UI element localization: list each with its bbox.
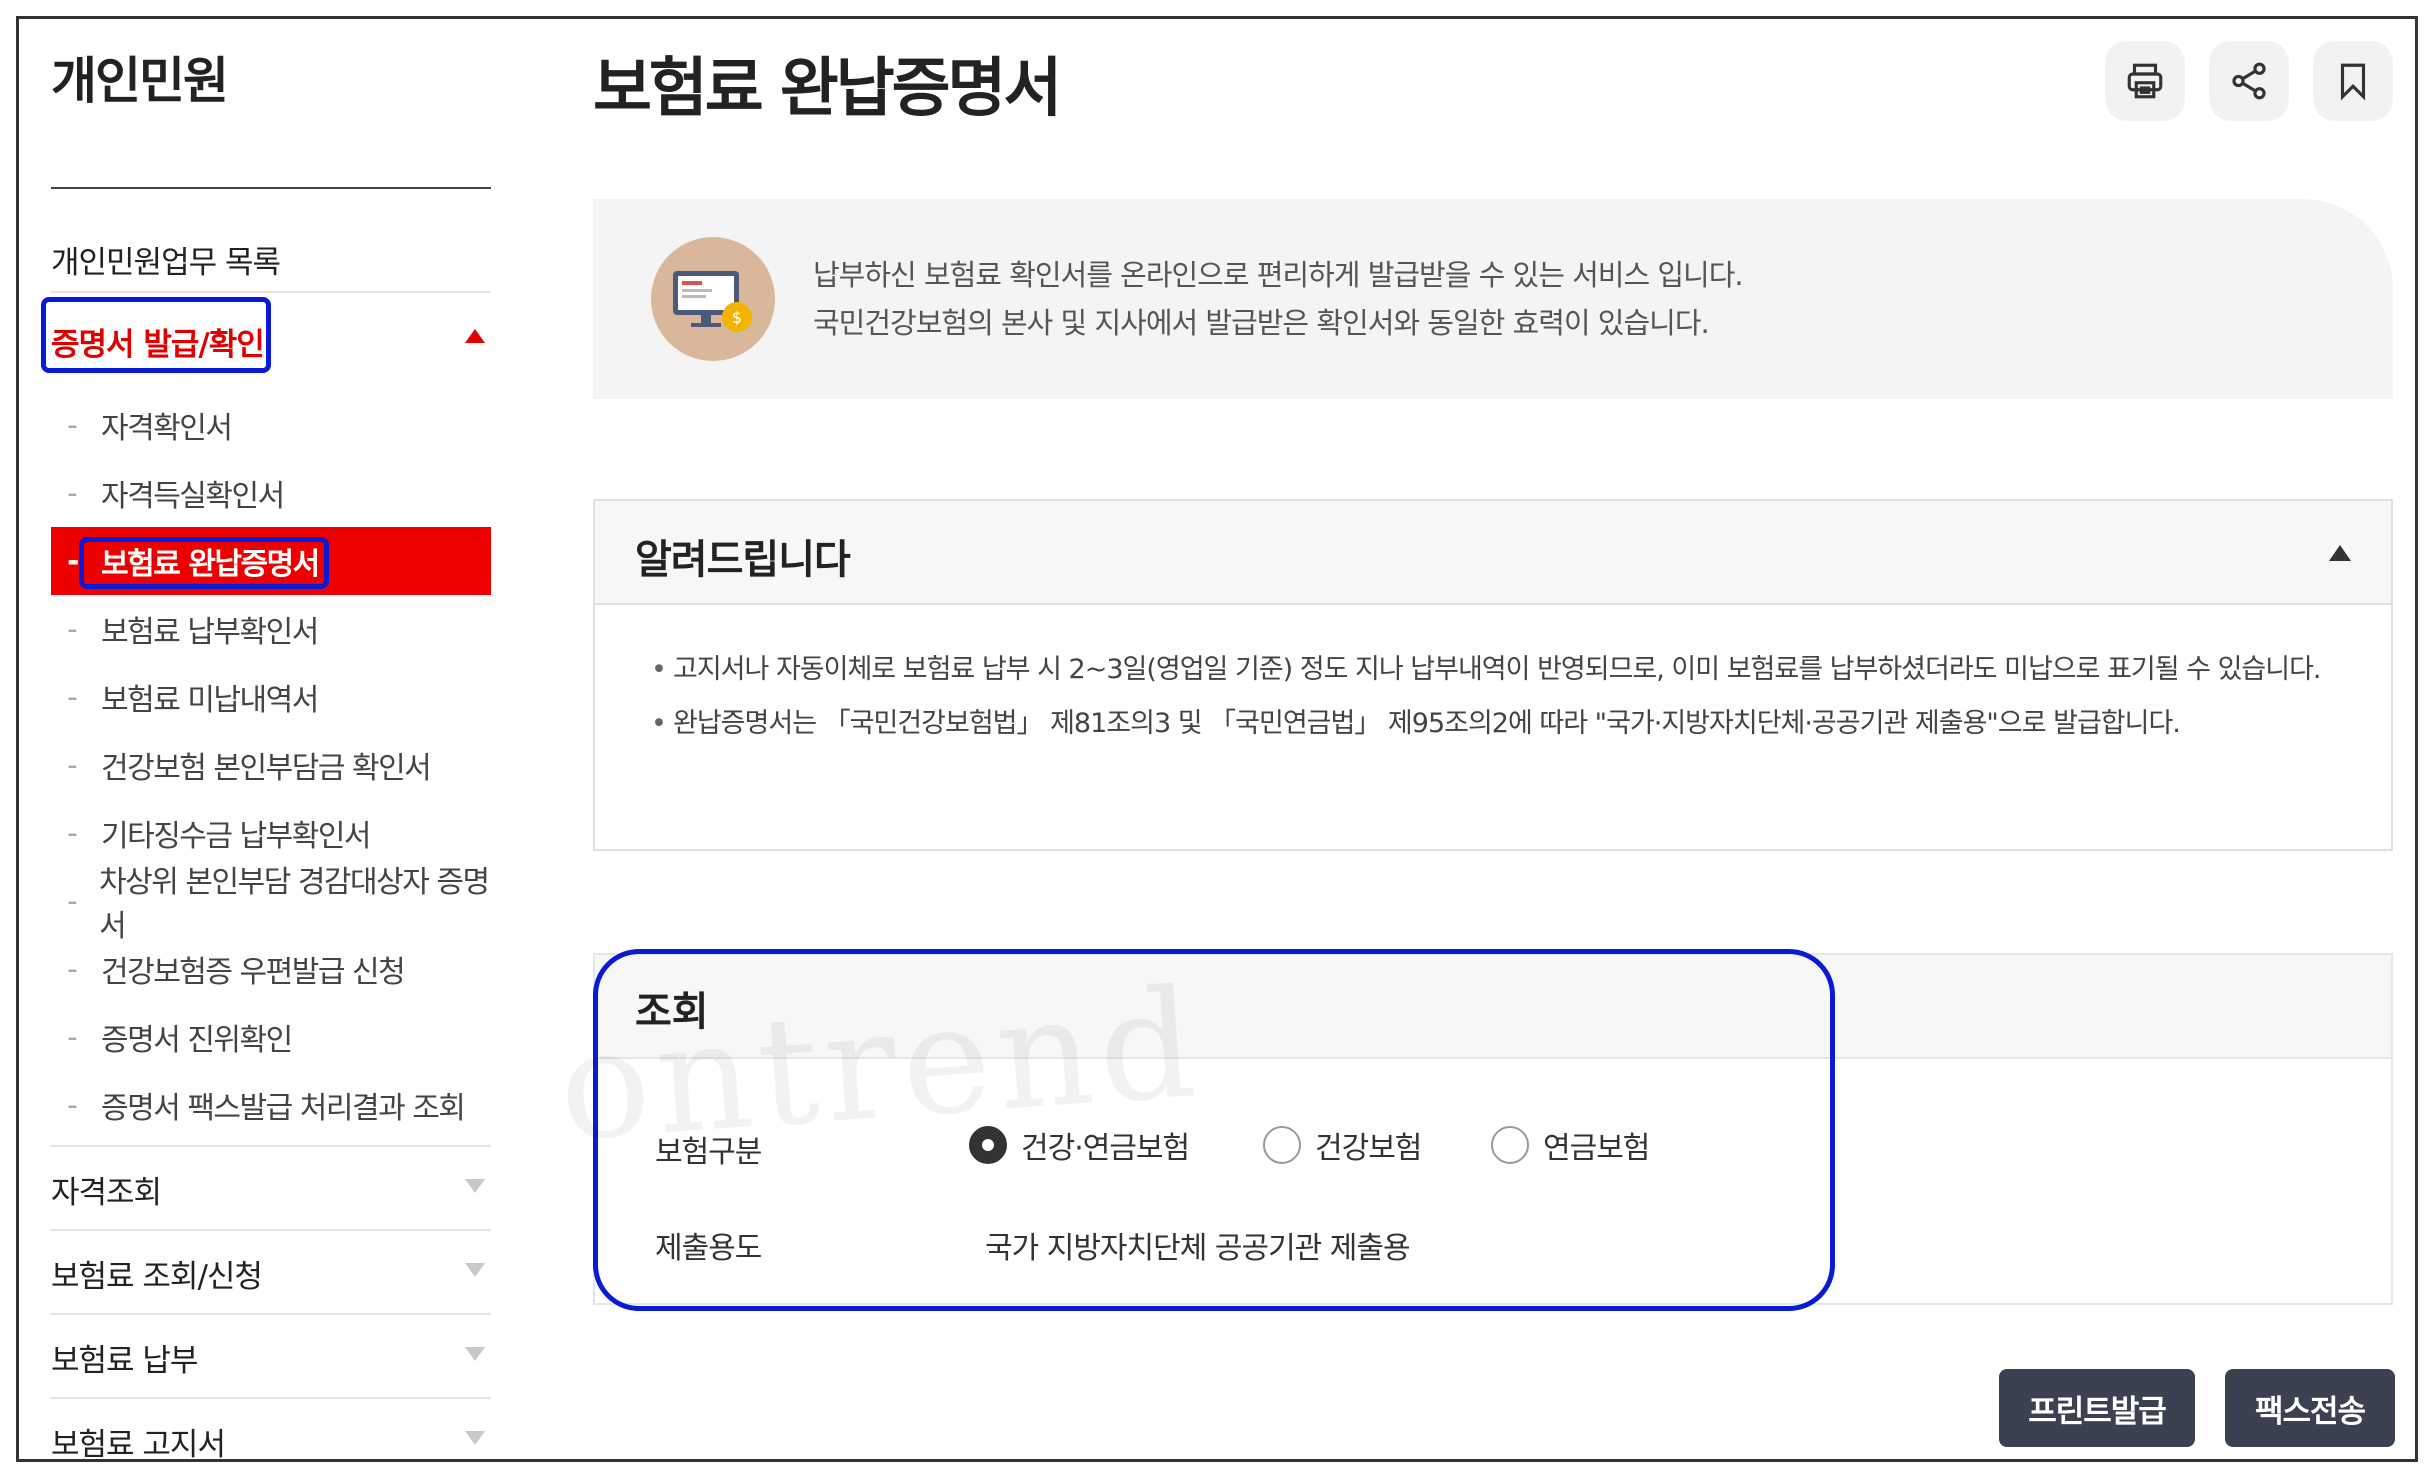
sidebar-category-premium-inquiry[interactable]: 보험료 조회/신청: [51, 1251, 263, 1296]
intro-panel: $ 납부하신 보험료 확인서를 온라인으로 편리하게 발급받을 수 있는 서비스…: [593, 199, 2393, 399]
page-frame: 개인민원 개인민원업무 목록 증명서 발급/확인 - 자격확인서 - 자격득실확인서…: [16, 16, 2418, 1462]
dash-icon: -: [67, 679, 78, 715]
dash-icon: -: [67, 611, 78, 647]
notice-title: 알려드립니다: [635, 537, 851, 583]
dash-icon: -: [67, 407, 78, 443]
share-button[interactable]: [2209, 41, 2289, 121]
bookmark-button[interactable]: [2313, 41, 2393, 121]
sidebar: 개인민원 개인민원업무 목록 증명서 발급/확인 - 자격확인서 - 자격득실확인서…: [35, 19, 491, 1459]
sidebar-sub-item[interactable]: - 건강보험 본인부담금 확인서: [51, 731, 491, 799]
printer-icon: [2127, 63, 2163, 99]
notice-accordion: 알려드립니다 고지서나 자동이체로 보험료 납부 시 2~3일(영업일 기준) …: [593, 499, 2393, 851]
monitor-coin-icon: $: [651, 237, 775, 361]
sidebar-divider: [51, 291, 491, 293]
sidebar-category-qualification[interactable]: 자격조회: [51, 1167, 162, 1212]
notice-item: 완납증명서는 「국민건강보험법」 제81조의3 및 「국민연금법」 제95조의2…: [651, 701, 2351, 747]
dash-icon: -: [67, 815, 78, 851]
highlight-box-category: [41, 297, 271, 373]
sidebar-divider: [51, 1313, 491, 1315]
expand-down-icon[interactable]: [465, 1179, 485, 1193]
intro-line: 납부하신 보험료 확인서를 온라인으로 편리하게 발급받을 수 있는 서비스 입…: [813, 258, 1744, 292]
expand-down-icon[interactable]: [465, 1347, 485, 1361]
bookmark-icon: [2340, 63, 2366, 101]
sidebar-divider: [51, 1145, 491, 1147]
sidebar-title-divider: [51, 187, 491, 189]
intro-line: 국민건강보험의 본사 및 지사에서 발급받은 확인서와 동일한 효력이 있습니다…: [813, 306, 1710, 340]
sidebar-sub-item[interactable]: - 건강보험증 우편발급 신청: [51, 935, 491, 1003]
sidebar-sub-item[interactable]: - 자격득실확인서: [51, 459, 491, 527]
svg-text:$: $: [732, 308, 742, 327]
intro-text: 납부하신 보험료 확인서를 온라인으로 편리하게 발급받을 수 있는 서비스 입…: [813, 251, 1744, 347]
dash-icon: -: [67, 883, 78, 919]
print-button[interactable]: [2105, 41, 2185, 121]
sidebar-sub-item[interactable]: - 자격확인서: [51, 391, 491, 459]
sidebar-title: 개인민원: [51, 52, 229, 110]
sidebar-list-head[interactable]: 개인민원업무 목록: [51, 237, 281, 282]
sidebar-category-premium-bill[interactable]: 보험료 고지서: [51, 1419, 226, 1459]
sidebar-sub-item[interactable]: - 차상위 본인부담 경감대상자 증명서: [51, 865, 491, 944]
sidebar-sub-item[interactable]: - 보험료 납부확인서: [51, 595, 491, 663]
expand-up-icon[interactable]: [465, 329, 485, 343]
expand-down-icon[interactable]: [465, 1431, 485, 1445]
notice-header[interactable]: 알려드립니다: [595, 501, 2391, 605]
fax-send-button[interactable]: 팩스전송: [2225, 1369, 2395, 1447]
expand-down-icon[interactable]: [465, 1263, 485, 1277]
sidebar-divider: [51, 1397, 491, 1399]
notice-item: 고지서나 자동이체로 보험료 납부 시 2~3일(영업일 기준) 정도 지나 납…: [651, 647, 2351, 693]
highlight-box-current: [79, 537, 329, 589]
dash-icon: -: [67, 951, 78, 987]
sidebar-sub-item[interactable]: - 증명서 진위확인: [51, 1003, 491, 1071]
page-title: 보험료 완납증명서: [593, 52, 1062, 126]
sidebar-sub-item[interactable]: - 보험료 미납내역서: [51, 663, 491, 731]
sidebar-divider: [51, 1229, 491, 1231]
print-issue-button[interactable]: 프린트발급: [1999, 1369, 2195, 1447]
dash-icon: -: [67, 475, 78, 511]
sidebar-category-premium-payment[interactable]: 보험료 납부: [51, 1335, 198, 1380]
notice-body: 고지서나 자동이체로 보험료 납부 시 2~3일(영업일 기준) 정도 지나 납…: [651, 647, 2351, 755]
collapse-icon[interactable]: [2329, 545, 2351, 561]
dash-icon: -: [67, 1019, 78, 1055]
dash-icon: -: [67, 1087, 78, 1123]
dash-icon: -: [67, 747, 78, 783]
sidebar-sub-item[interactable]: - 증명서 팩스발급 처리결과 조회: [51, 1071, 491, 1139]
share-icon: [2232, 62, 2266, 100]
